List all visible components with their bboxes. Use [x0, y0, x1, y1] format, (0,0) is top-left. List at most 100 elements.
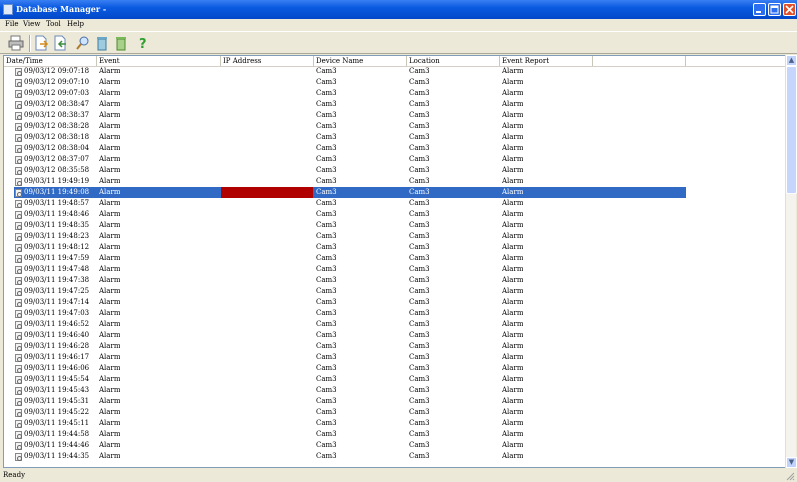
table-row[interactable]: 09/03/12 08:38:37 Alarm Cam3 Cam3 Alarm — [4, 110, 785, 121]
event-list[interactable]: Date/Time Event IP Address Device Name L… — [3, 55, 786, 468]
cell-device-name: Cam3 — [316, 177, 337, 185]
cell-device-name: Cam3 — [316, 320, 337, 328]
table-row[interactable]: 09/03/11 19:46:17 Alarm Cam3 Cam3 Alarm — [4, 352, 785, 363]
resize-grip-icon[interactable] — [785, 471, 795, 481]
close-button[interactable] — [783, 3, 796, 16]
cell-location: Cam3 — [409, 221, 430, 229]
table-row[interactable]: 09/03/11 19:48:35 Alarm Cam3 Cam3 Alarm — [4, 220, 785, 231]
cell-event: Alarm — [99, 188, 121, 196]
cell-location: Cam3 — [409, 188, 430, 196]
search-button[interactable] — [75, 35, 91, 51]
table-row[interactable]: 09/03/11 19:47:48 Alarm Cam3 Cam3 Alarm — [4, 264, 785, 275]
table-row[interactable]: 09/03/11 19:47:03 Alarm Cam3 Cam3 Alarm — [4, 308, 785, 319]
delete-button[interactable] — [94, 35, 110, 51]
table-row[interactable]: 09/03/11 19:46:28 Alarm Cam3 Cam3 Alarm — [4, 341, 785, 352]
table-row[interactable]: 09/03/11 19:45:43 Alarm Cam3 Cam3 Alarm — [4, 385, 785, 396]
export-button[interactable] — [33, 35, 49, 51]
table-row[interactable]: 09/03/11 19:46:06 Alarm Cam3 Cam3 Alarm — [4, 363, 785, 374]
cell-event-report: Alarm — [502, 111, 524, 119]
help-button[interactable]: ? — [135, 35, 151, 52]
cell-event: Alarm — [99, 320, 121, 328]
table-row[interactable]: 09/03/11 19:49:08 Alarm Cam3 Cam3 Alarm — [4, 187, 785, 198]
cell-device-name: Cam3 — [316, 67, 337, 75]
column-header-event-report[interactable]: Event Report — [500, 56, 593, 66]
column-header-event[interactable]: Event — [97, 56, 221, 66]
table-row[interactable]: 09/03/11 19:45:31 Alarm Cam3 Cam3 Alarm — [4, 396, 785, 407]
table-row[interactable]: 09/03/11 19:45:22 Alarm Cam3 Cam3 Alarm — [4, 407, 785, 418]
cell-device-name: Cam3 — [316, 144, 337, 152]
menu-tool[interactable]: Tool — [46, 20, 61, 28]
table-row[interactable]: 09/03/12 09:07:10 Alarm Cam3 Cam3 Alarm — [4, 77, 785, 88]
minimize-icon — [756, 11, 761, 13]
event-record-icon — [15, 266, 22, 274]
trash-all-icon — [116, 37, 126, 51]
cell-location: Cam3 — [409, 155, 430, 163]
cell-device-name: Cam3 — [316, 419, 337, 427]
event-record-icon — [15, 321, 22, 329]
cell-datetime: 09/03/12 09:07:10 — [24, 78, 90, 86]
table-row[interactable]: 09/03/11 19:47:14 Alarm Cam3 Cam3 Alarm — [4, 297, 785, 308]
table-row[interactable]: 09/03/12 08:38:04 Alarm Cam3 Cam3 Alarm — [4, 143, 785, 154]
cell-location: Cam3 — [409, 67, 430, 75]
table-row[interactable]: 09/03/11 19:45:54 Alarm Cam3 Cam3 Alarm — [4, 374, 785, 385]
delete-all-button[interactable] — [113, 35, 129, 51]
table-row[interactable]: 09/03/11 19:48:12 Alarm Cam3 Cam3 Alarm — [4, 242, 785, 253]
scroll-down-button[interactable]: ▼ — [786, 457, 797, 468]
cell-datetime: 09/03/12 09:07:18 — [24, 67, 90, 75]
table-row[interactable]: 09/03/11 19:44:35 Alarm Cam3 Cam3 Alarm — [4, 451, 785, 462]
table-row[interactable]: 09/03/12 08:38:18 Alarm Cam3 Cam3 Alarm — [4, 132, 785, 143]
menu-view[interactable]: View — [23, 20, 40, 28]
cell-device-name: Cam3 — [316, 265, 337, 273]
app-icon — [3, 4, 13, 15]
event-record-icon — [15, 156, 22, 164]
menu-file[interactable]: File — [5, 20, 18, 28]
table-row[interactable]: 09/03/12 09:07:03 Alarm Cam3 Cam3 Alarm — [4, 88, 785, 99]
table-row[interactable]: 09/03/11 19:48:46 Alarm Cam3 Cam3 Alarm — [4, 209, 785, 220]
cell-device-name: Cam3 — [316, 430, 337, 438]
document-export-icon — [35, 35, 49, 51]
menu-help[interactable]: Help — [67, 20, 84, 28]
table-row[interactable]: 09/03/11 19:47:25 Alarm Cam3 Cam3 Alarm — [4, 286, 785, 297]
cell-location: Cam3 — [409, 111, 430, 119]
cell-location: Cam3 — [409, 364, 430, 372]
table-row[interactable]: 09/03/11 19:49:19 Alarm Cam3 Cam3 Alarm — [4, 176, 785, 187]
maximize-button[interactable] — [768, 3, 781, 16]
cell-device-name: Cam3 — [316, 298, 337, 306]
table-row[interactable]: 09/03/12 09:07:18 Alarm Cam3 Cam3 Alarm — [4, 66, 785, 77]
scroll-thumb[interactable] — [786, 66, 797, 194]
event-record-icon — [15, 112, 22, 120]
cell-event-report: Alarm — [502, 166, 524, 174]
table-row[interactable]: 09/03/12 08:35:58 Alarm Cam3 Cam3 Alarm — [4, 165, 785, 176]
ip-cell-highlight — [221, 187, 313, 198]
table-row[interactable]: 09/03/11 19:44:46 Alarm Cam3 Cam3 Alarm — [4, 440, 785, 451]
column-header-ip-address[interactable]: IP Address — [221, 56, 314, 66]
print-button[interactable] — [8, 35, 24, 51]
table-row[interactable]: 09/03/12 08:38:47 Alarm Cam3 Cam3 Alarm — [4, 99, 785, 110]
table-row[interactable]: 09/03/11 19:46:52 Alarm Cam3 Cam3 Alarm — [4, 319, 785, 330]
minimize-button[interactable] — [753, 3, 766, 16]
scroll-up-button[interactable]: ▲ — [786, 55, 797, 66]
table-row[interactable]: 09/03/11 19:48:23 Alarm Cam3 Cam3 Alarm — [4, 231, 785, 242]
table-row[interactable]: 09/03/12 08:37:07 Alarm Cam3 Cam3 Alarm — [4, 154, 785, 165]
event-record-icon — [15, 79, 22, 87]
cell-event: Alarm — [99, 397, 121, 405]
table-row[interactable]: 09/03/11 19:45:11 Alarm Cam3 Cam3 Alarm — [4, 418, 785, 429]
cell-event-report: Alarm — [502, 155, 524, 163]
import-button[interactable] — [52, 35, 68, 51]
cell-datetime: 09/03/11 19:48:23 — [24, 232, 90, 240]
table-row[interactable]: 09/03/11 19:47:59 Alarm Cam3 Cam3 Alarm — [4, 253, 785, 264]
printer-icon — [8, 35, 24, 51]
table-row[interactable]: 09/03/11 19:48:57 Alarm Cam3 Cam3 Alarm — [4, 198, 785, 209]
table-row[interactable]: 09/03/12 08:38:28 Alarm Cam3 Cam3 Alarm — [4, 121, 785, 132]
column-header-datetime[interactable]: Date/Time — [4, 56, 97, 66]
vertical-scrollbar[interactable]: ▲ ▼ — [785, 55, 797, 468]
event-record-icon — [15, 68, 22, 76]
column-header-location[interactable]: Location — [407, 56, 500, 66]
cell-location: Cam3 — [409, 232, 430, 240]
column-header-device-name[interactable]: Device Name — [314, 56, 407, 66]
cell-event: Alarm — [99, 331, 121, 339]
table-row[interactable]: 09/03/11 19:47:38 Alarm Cam3 Cam3 Alarm — [4, 275, 785, 286]
cell-event: Alarm — [99, 166, 121, 174]
table-row[interactable]: 09/03/11 19:46:40 Alarm Cam3 Cam3 Alarm — [4, 330, 785, 341]
table-row[interactable]: 09/03/11 19:44:58 Alarm Cam3 Cam3 Alarm — [4, 429, 785, 440]
